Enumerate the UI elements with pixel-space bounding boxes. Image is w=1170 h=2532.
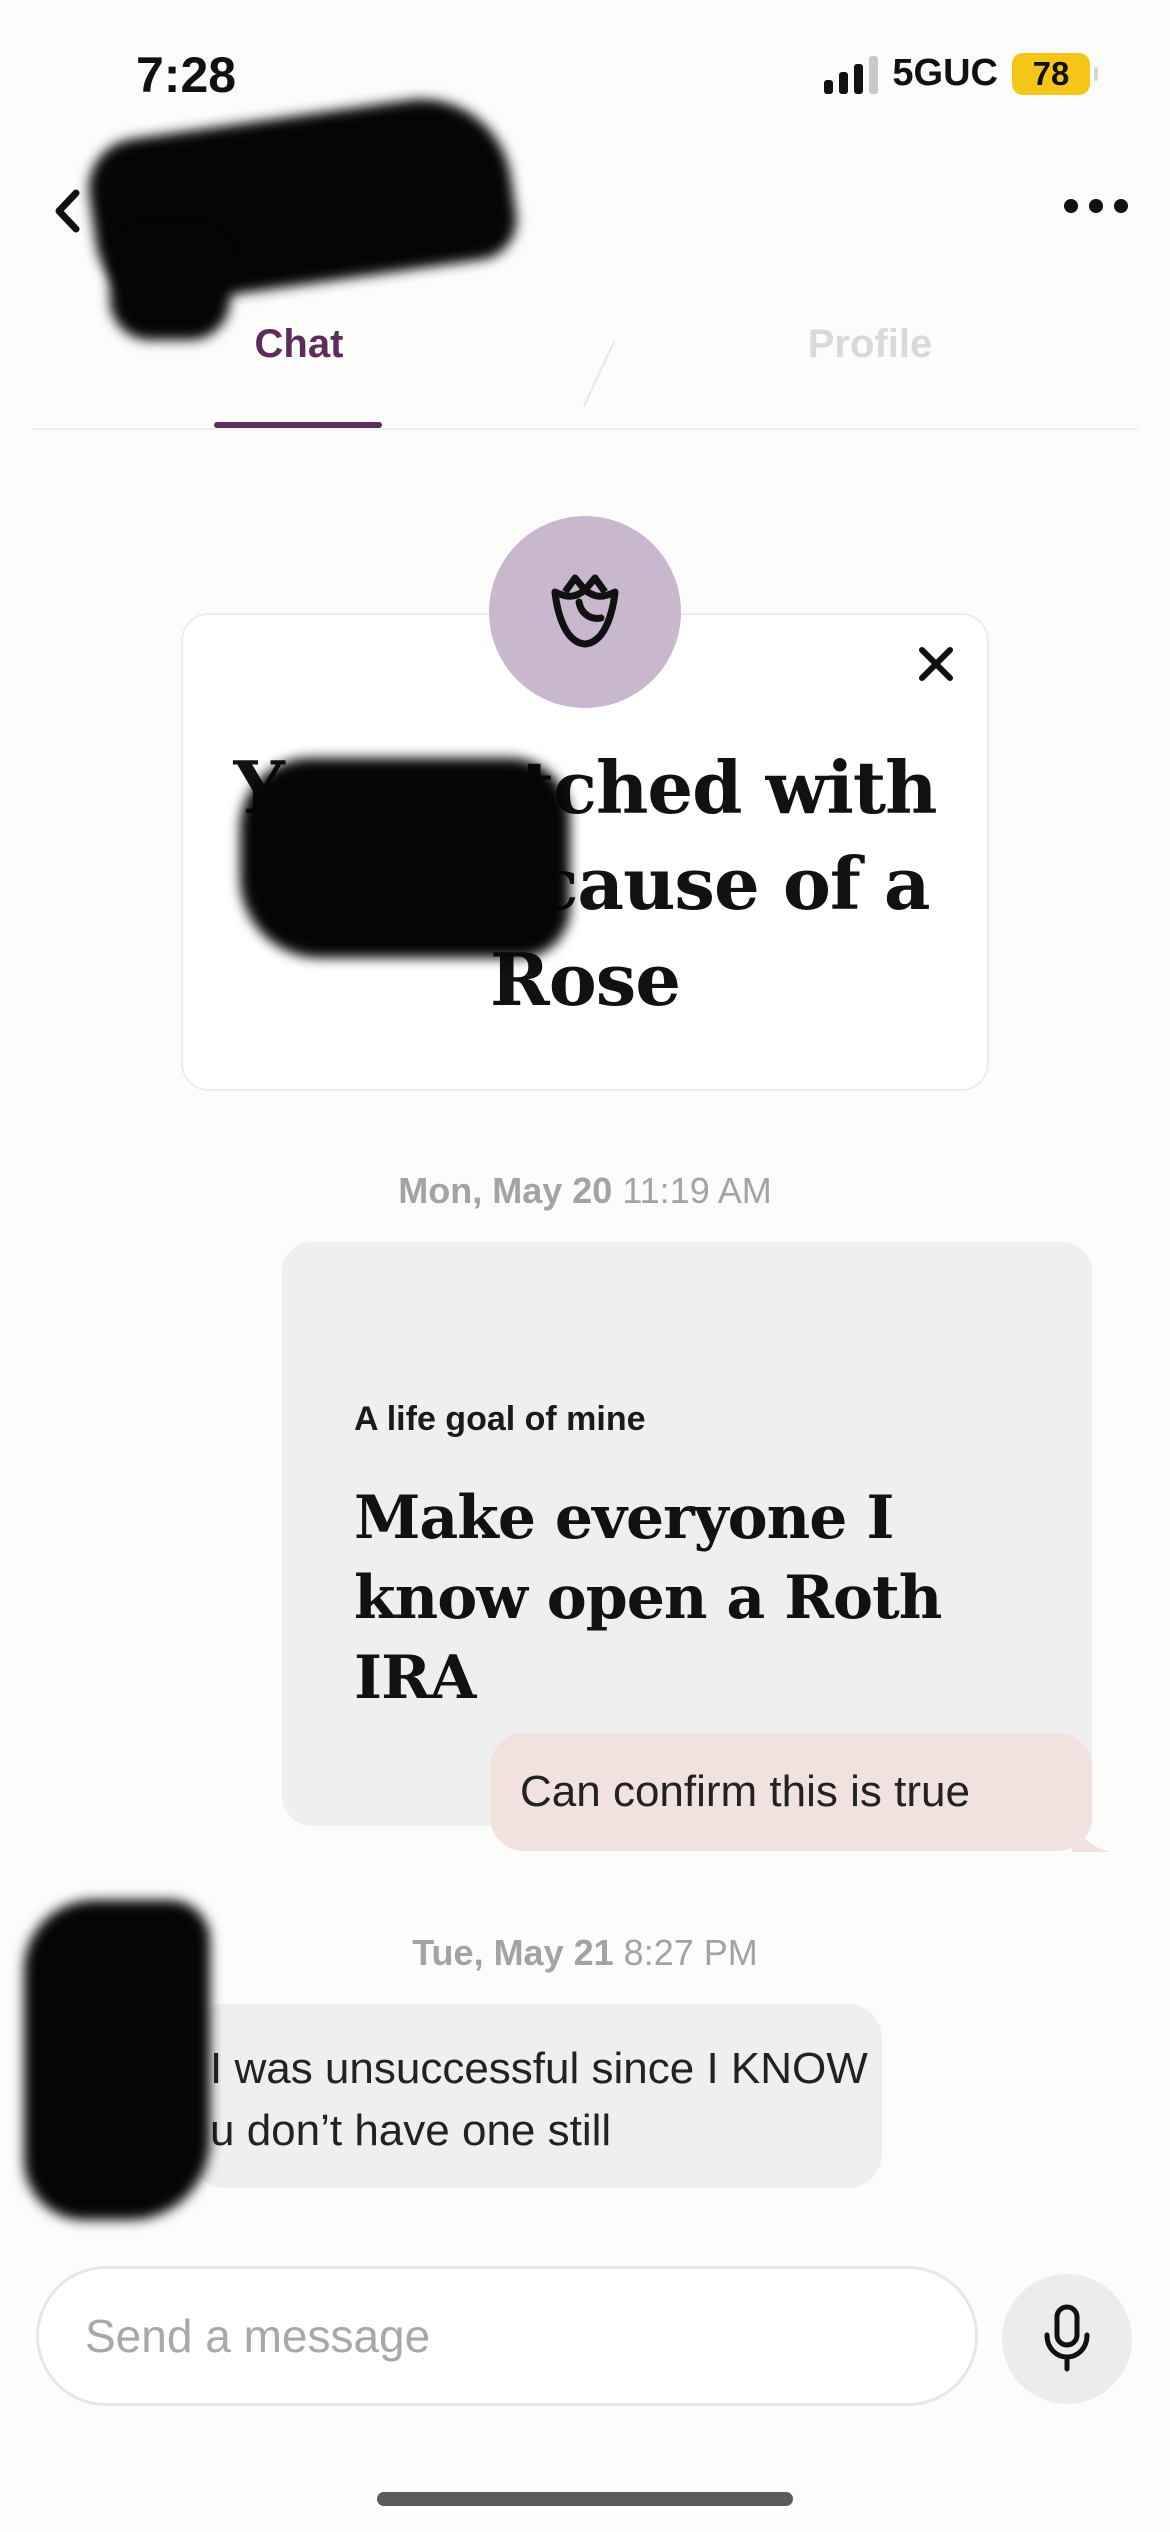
signal-icon bbox=[824, 54, 879, 94]
sent-message[interactable]: Can confirm this is true bbox=[490, 1733, 1092, 1851]
voice-message-button[interactable] bbox=[1002, 2274, 1132, 2404]
prompt-answer: Make everyone I know open a Roth IRA bbox=[354, 1483, 942, 1713]
timestamp-2-day: Tue, May 21 bbox=[412, 1932, 614, 1973]
redacted-name-tail bbox=[110, 230, 230, 340]
received-message[interactable]: I was unsuccessful since I KNOW u don’t … bbox=[192, 2004, 882, 2188]
microphone-icon bbox=[1044, 2304, 1090, 2372]
status-indicators: 5GUC 78 bbox=[824, 52, 1098, 95]
timestamp-2-time: 8:27 PM bbox=[623, 1932, 758, 1973]
close-icon[interactable] bbox=[912, 640, 960, 688]
tabs-divider bbox=[32, 428, 1138, 430]
message-composer bbox=[36, 2266, 978, 2406]
redacted-avatar bbox=[24, 1900, 210, 2220]
tab-profile[interactable]: Profile bbox=[790, 322, 950, 367]
tab-chat[interactable]: Chat bbox=[214, 322, 384, 367]
battery-icon: 78 bbox=[1012, 52, 1098, 95]
ellipsis-icon bbox=[1064, 199, 1078, 213]
back-button[interactable] bbox=[42, 186, 92, 236]
rose-badge bbox=[489, 516, 681, 708]
timestamp-1-day: Mon, May 20 bbox=[398, 1170, 613, 1211]
redacted-match-name bbox=[240, 758, 570, 958]
status-time: 7:28 bbox=[136, 47, 237, 103]
tab-divider bbox=[582, 340, 616, 408]
prompt-question: A life goal of mine bbox=[354, 1400, 646, 1438]
home-indicator[interactable] bbox=[377, 2492, 793, 2506]
more-options-button[interactable] bbox=[1064, 188, 1128, 224]
message-input[interactable] bbox=[85, 2309, 905, 2363]
network-label: 5GUC bbox=[892, 52, 998, 94]
timestamp-1: Mon, May 20 11:19 AM bbox=[0, 1170, 1170, 1212]
chat-screen: 7:28 5GUC 78 Chat Profile You matched wi… bbox=[0, 0, 1170, 2532]
rose-icon bbox=[551, 574, 619, 648]
timestamp-1-time: 11:19 AM bbox=[622, 1170, 772, 1211]
chevron-left-icon bbox=[55, 189, 80, 233]
